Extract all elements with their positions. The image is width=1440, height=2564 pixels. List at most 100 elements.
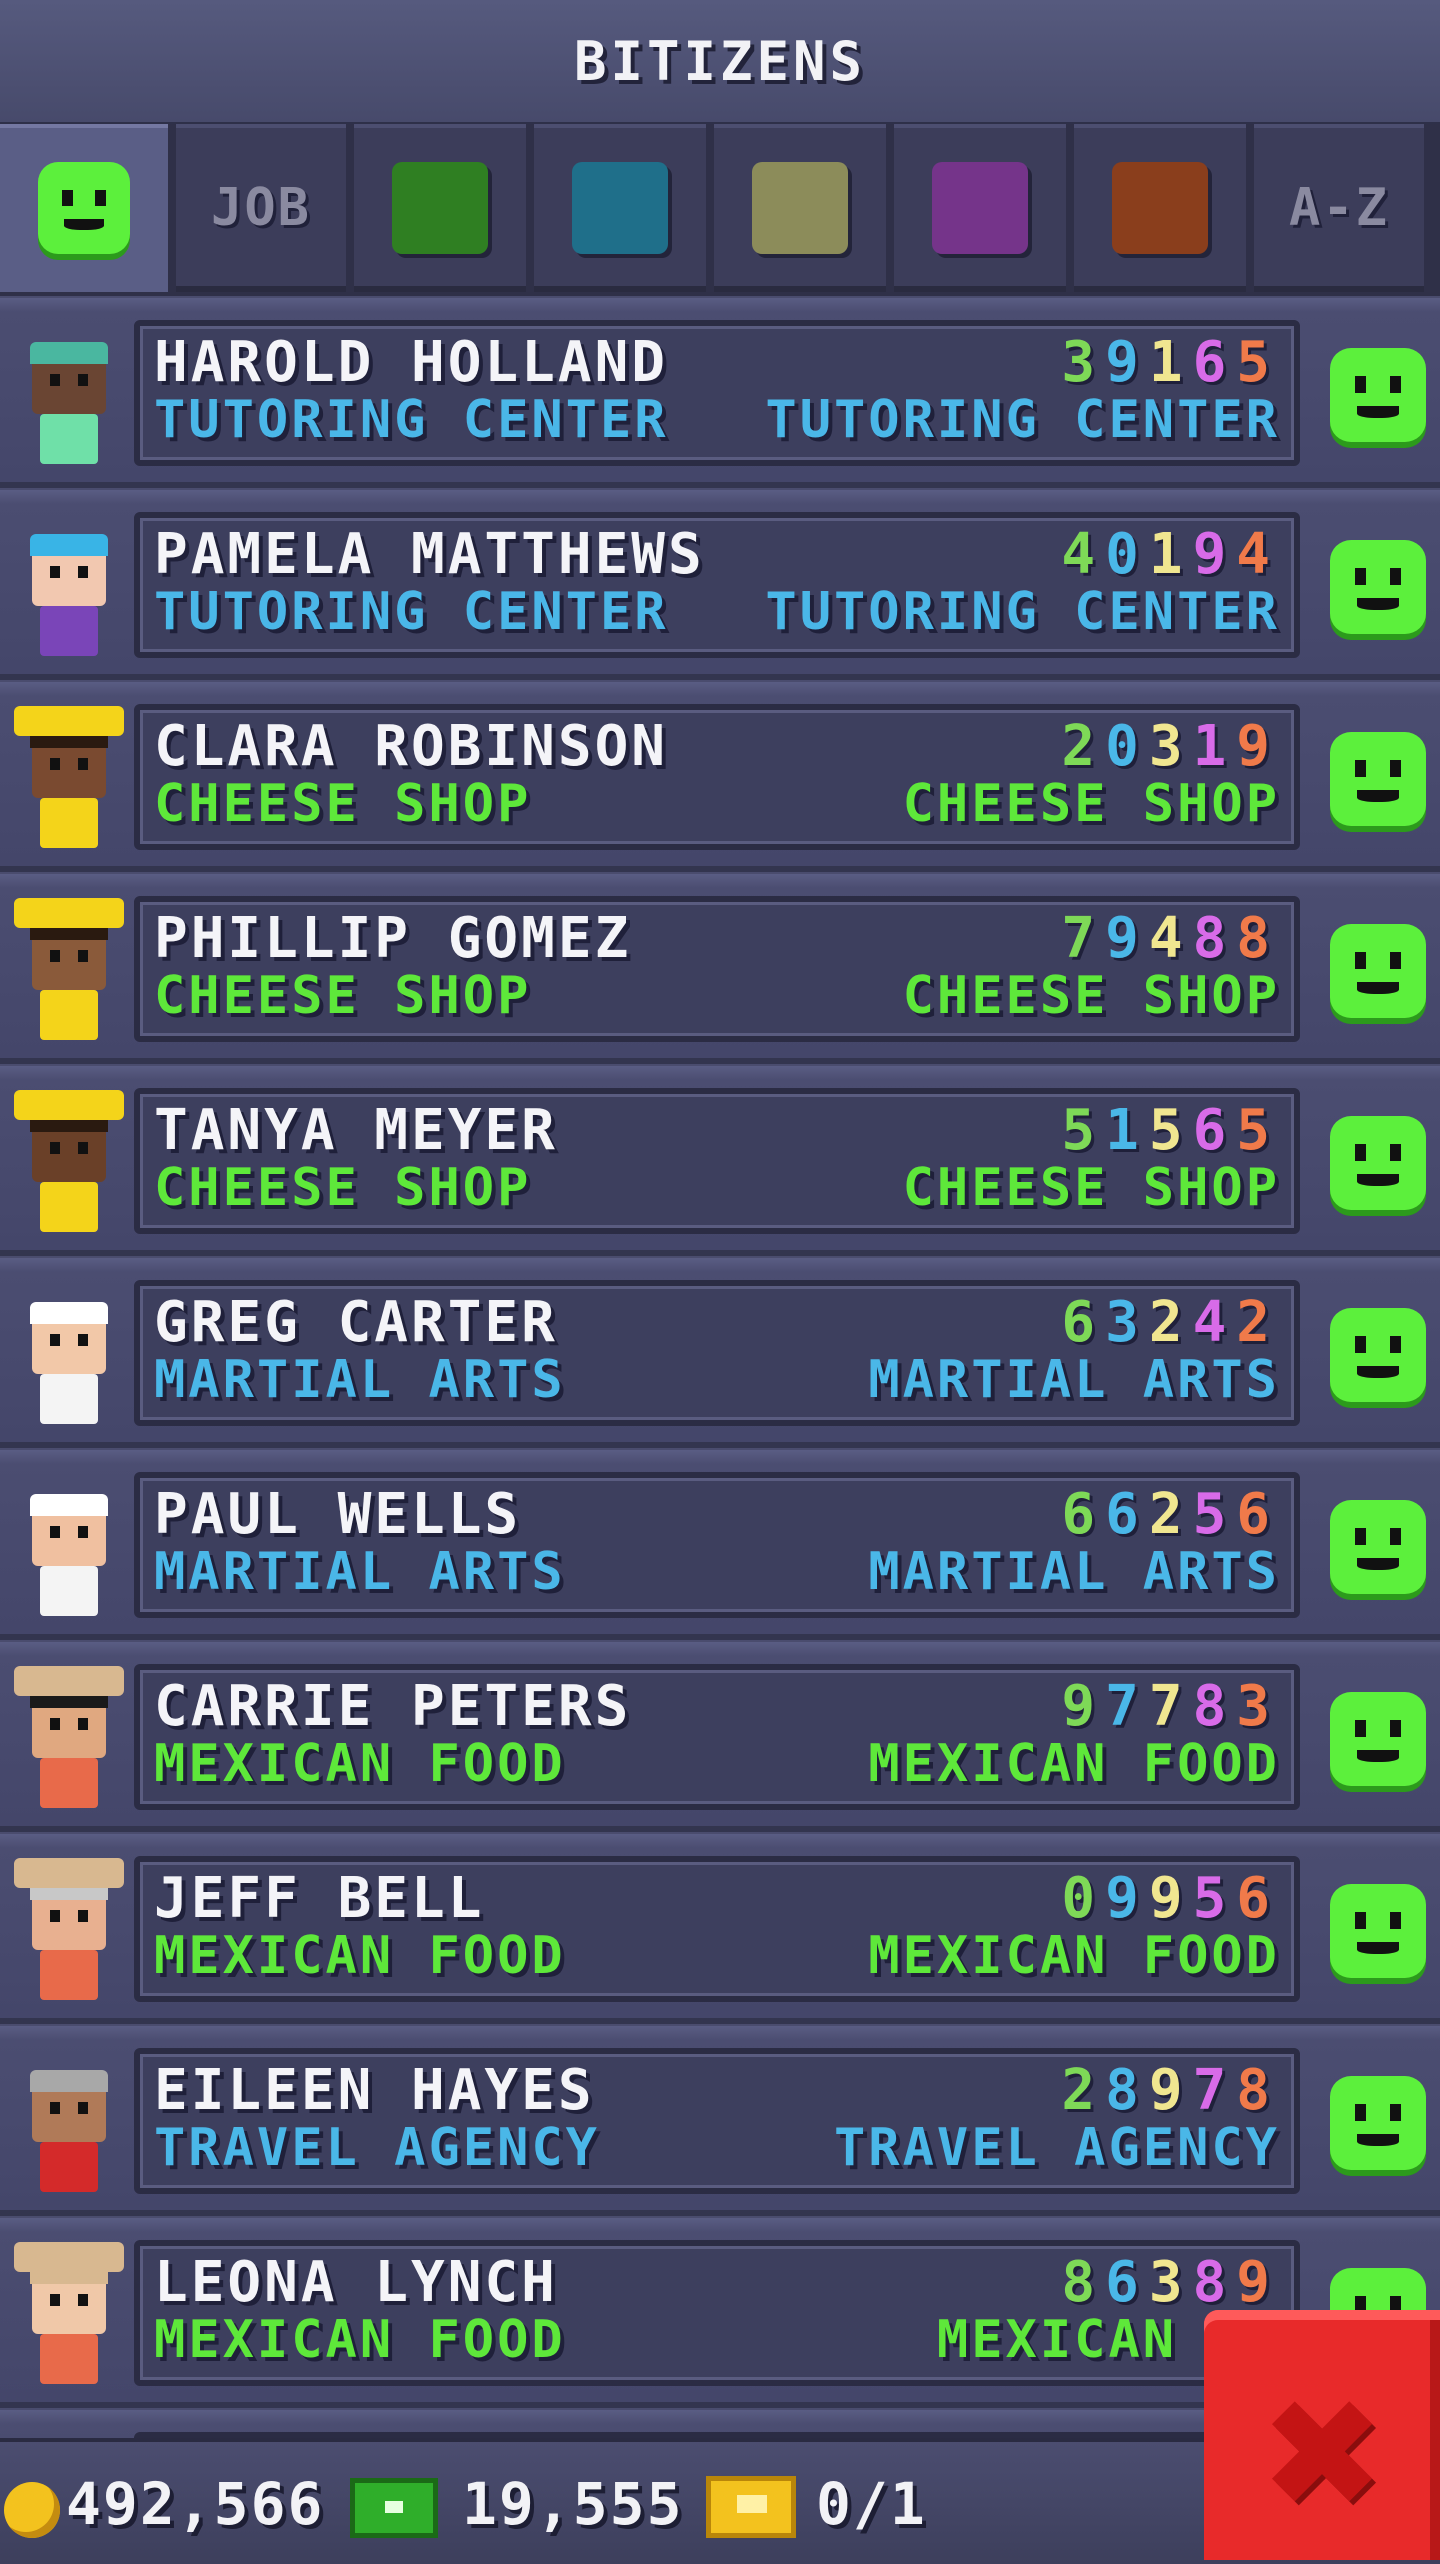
tab-job[interactable]: JOB (176, 124, 346, 292)
smiley-mouth (63, 219, 105, 231)
bitizen-name: CLARA ROBINSON (154, 714, 669, 779)
skill-digits: 97783 (1061, 1674, 1280, 1739)
bitizen-card: LEONA LYNCH 86389 MEXICAN FOOD MEXICAN FO (134, 2240, 1300, 2386)
bitizen-row[interactable]: TANYA MEYER 51565 CHEESE SHOP CHEESE SHOP (0, 1066, 1440, 1256)
skill-digit: 9 (1105, 906, 1149, 971)
bitizen-list[interactable]: HAROLD HOLLAND 39165 TUTORING CENTER TUTORI… (0, 298, 1440, 2438)
bitizen-avatar (14, 1666, 124, 1816)
skill-digits: 63242 (1061, 1290, 1280, 1355)
skill-digit: 6 (1192, 1098, 1237, 1163)
skill-digit: 9 (1236, 2250, 1280, 2315)
bitizen-card: GREG CARTER 63242 MARTIAL ARTS MARTIAL ARTS (134, 1280, 1300, 1426)
bitizen-row[interactable]: CARRIE PETERS 97783 MEXICAN FOOD MEXICAN FO… (0, 1642, 1440, 1832)
bitizen-name: PAUL WELLS (154, 1482, 522, 1547)
avatar-body (40, 1758, 98, 1808)
bitizen-avatar (14, 898, 124, 1048)
skill-digit: 5 (1192, 1482, 1237, 1547)
skill-digit: 9 (1148, 2058, 1193, 2123)
coin-count: 492,566 (66, 2470, 325, 2538)
avatar-eye (50, 2102, 60, 2114)
skill-digit: 3 (1105, 1290, 1149, 1355)
skill-digit: 1 (1192, 714, 1237, 779)
skill-digit: 9 (1192, 522, 1237, 587)
tab-a-z[interactable]: A-Z (1254, 124, 1424, 292)
avatar-body (40, 2334, 98, 2384)
bitizen-row[interactable]: GREG CARTER 63242 MARTIAL ARTS MARTIAL ARTS (0, 1258, 1440, 1448)
bitizen-row[interactable]: PAMELA MATTHEWS 40194 TUTORING CENTER TUTOR… (0, 490, 1440, 680)
job-business: MARTIAL ARTS (868, 1542, 1280, 1602)
skill-digits: 86389 (1061, 2250, 1280, 2315)
avatar-body (40, 1374, 98, 1424)
happiness-smiley-icon (1330, 2076, 1426, 2170)
bitizen-row[interactable]: EILEEN HAYES 28978 TRAVEL AGENCY TRAVEL AGE… (0, 2026, 1440, 2216)
bitizen-name: PAMELA MATTHEWS (154, 522, 705, 587)
skill-digit: 9 (1236, 714, 1280, 779)
tab-brown[interactable] (1074, 124, 1246, 292)
color-swatch-blue (572, 162, 668, 254)
smiley-eye (1354, 760, 1367, 778)
avatar-eye (78, 2294, 88, 2306)
bitizen-avatar (14, 2242, 124, 2392)
happiness-smiley-icon (1330, 1500, 1426, 1594)
bitizen-row[interactable]: JEFF BELL 09956 MEXICAN FOOD MEXICAN FOOD (0, 1834, 1440, 2024)
avatar-hat (14, 898, 124, 928)
skill-digit: 3 (1236, 1674, 1280, 1739)
skill-digit: 3 (1148, 2250, 1193, 2315)
avatar-body (40, 798, 98, 848)
bitizen-row[interactable]: PHILLIP GOMEZ 79488 CHEESE SHOP CHEESE SHOP (0, 874, 1440, 1064)
avatar-hat (14, 2242, 124, 2272)
skill-digit: 2 (1236, 1290, 1280, 1355)
bitizen-name: HAROLD HOLLAND (154, 330, 669, 395)
bitizen-row[interactable]: HAROLD HOLLAND 39165 TUTORING CENTER TUTORI… (0, 298, 1440, 488)
smiley-eye (1354, 2104, 1367, 2122)
filter-tabs: JOB A-Z (0, 124, 1440, 296)
bitizen-card: CLARA ROBINSON 20319 CHEESE SHOP CHEESE SHO… (134, 704, 1300, 850)
skill-digit: 4 (1061, 522, 1106, 587)
home-business: MARTIAL ARTS (154, 1350, 566, 1410)
smiley-mouth (1356, 2134, 1400, 2146)
happiness-smiley-icon (1330, 924, 1426, 1018)
bitizen-card: PAMELA MATTHEWS 40194 TUTORING CENTER TUTOR… (134, 512, 1300, 658)
job-business: MEXICAN FOOD (868, 1926, 1280, 1986)
avatar-hair (30, 2070, 108, 2092)
job-business: MARTIAL ARTS (868, 1350, 1280, 1410)
skill-digit: 8 (1236, 906, 1280, 971)
smiley-eye (1354, 1336, 1367, 1354)
bitizen-row[interactable]: PAUL WELLS 66256 MARTIAL ARTS MARTIAL ARTS (0, 1450, 1440, 1640)
tab-happiness[interactable] (0, 124, 168, 292)
home-business: CHEESE SHOP (154, 966, 532, 1026)
skill-digit: 3 (1061, 330, 1106, 395)
bux-count: 19,555 (462, 2470, 684, 2538)
avatar-eye (50, 566, 60, 578)
bitizen-card: HAROLD HOLLAND 39165 TUTORING CENTER TUTORI… (134, 320, 1300, 466)
avatar-hat (14, 1090, 124, 1120)
avatar-body (40, 1182, 98, 1232)
avatar-eye (50, 374, 60, 386)
bitizen-row[interactable]: CLARA ROBINSON 20319 CHEESE SHOP CHEESE SHO… (0, 682, 1440, 872)
happiness-smiley-icon (1330, 348, 1426, 442)
skill-digit: 4 (1192, 1290, 1237, 1355)
skill-digit: 1 (1148, 522, 1193, 587)
tab-green[interactable] (354, 124, 526, 292)
avatar-eye (78, 566, 88, 578)
skill-digit: 6 (1105, 2250, 1149, 2315)
avatar-eye (50, 1142, 60, 1154)
happiness-smiley-icon (1330, 1308, 1426, 1402)
tab-blue[interactable] (534, 124, 706, 292)
avatar-body (40, 2142, 98, 2192)
avatar-body (40, 606, 98, 656)
bitizen-card: TANYA MEYER 51565 CHEESE SHOP CHEESE SHOP (134, 1088, 1300, 1234)
skill-digit: 1 (1148, 330, 1193, 395)
skill-digit: 5 (1192, 1866, 1237, 1931)
tab-label: JOB (211, 178, 311, 238)
tab-purple[interactable] (894, 124, 1066, 292)
tab-olive[interactable] (714, 124, 886, 292)
bitizen-avatar (14, 2050, 124, 2200)
skill-digit: 6 (1105, 1482, 1149, 1547)
avatar-eye (50, 950, 60, 962)
home-business: CHEESE SHOP (154, 1158, 532, 1218)
close-button[interactable]: ✖ (1204, 2310, 1440, 2560)
job-business: CHEESE SHOP (902, 1158, 1280, 1218)
smiley-eye (1389, 952, 1402, 970)
happiness-smiley-icon (1330, 540, 1426, 634)
